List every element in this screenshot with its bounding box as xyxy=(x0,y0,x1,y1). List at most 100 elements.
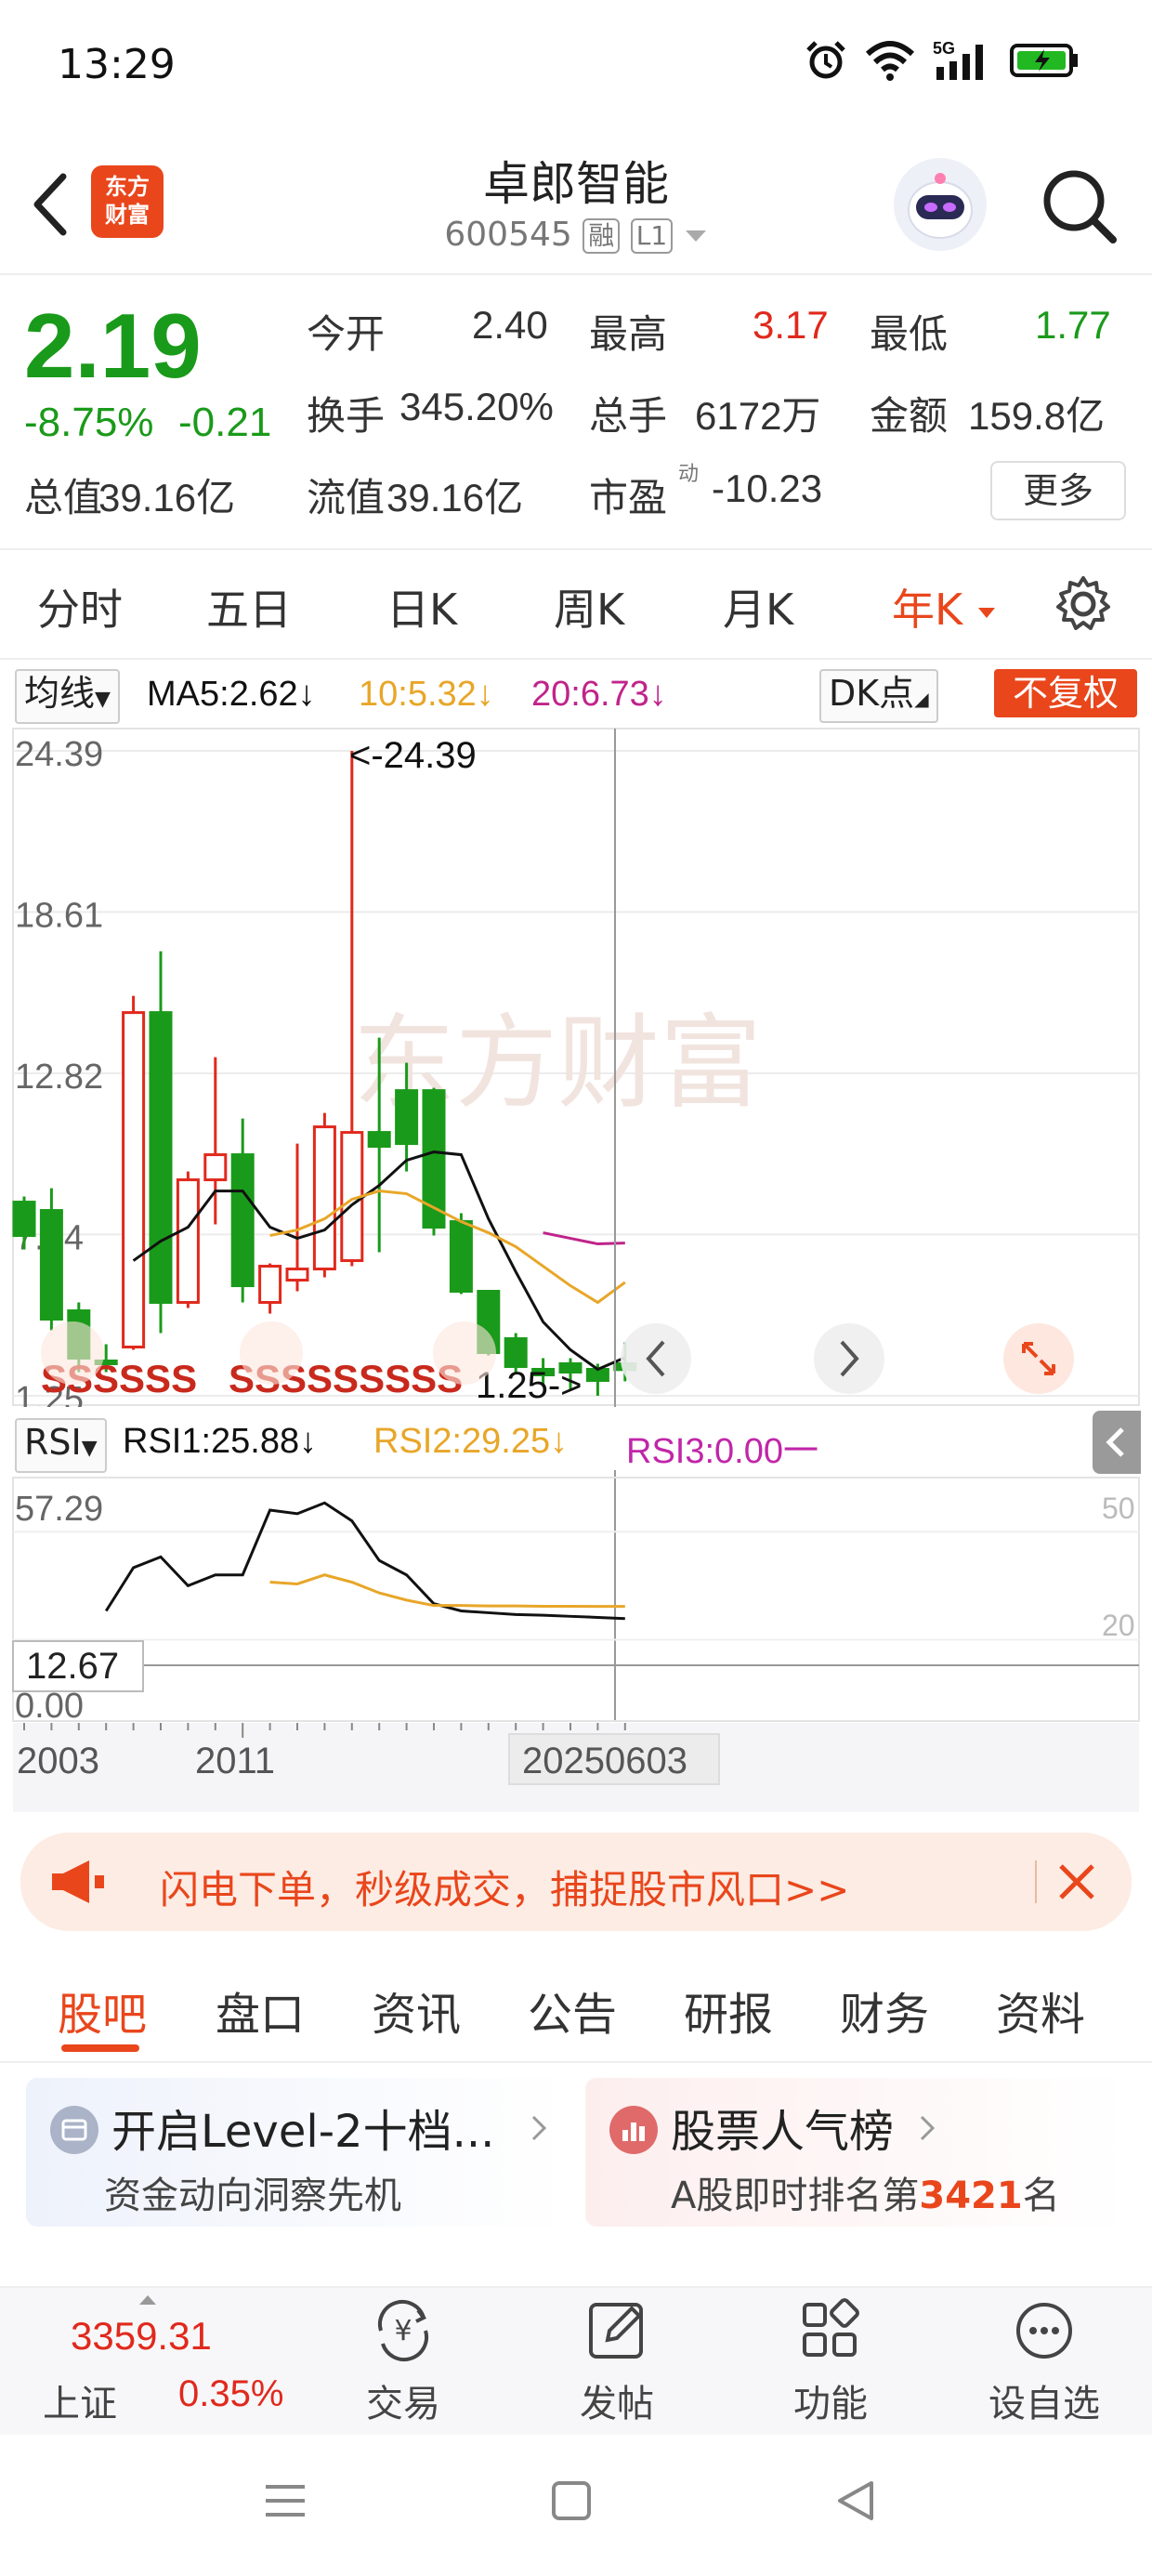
scroll-right-button[interactable] xyxy=(814,1323,884,1394)
caret-up-icon xyxy=(139,2295,156,2305)
promo-banner[interactable]: 闪电下单，秒级成交，捕捉股市风口>> xyxy=(20,1833,1132,1931)
rsi2-readout: RSI2:29.25↓ xyxy=(373,1422,568,1472)
candle-body xyxy=(39,1209,63,1321)
turnover-label: 换手 xyxy=(307,393,386,439)
level2-icon xyxy=(50,2106,98,2154)
expand-fullscreen-button[interactable] xyxy=(1003,1323,1074,1394)
banner-text: 闪电下单，秒级成交，捕捉股市风口>> xyxy=(160,1867,850,1912)
float-cap-label: 流值 xyxy=(307,475,386,520)
tab-pankou[interactable]: 盘口 xyxy=(216,1978,305,2043)
scroll-left-button[interactable] xyxy=(621,1323,691,1394)
tab-news[interactable]: 资讯 xyxy=(372,1978,461,2043)
rsi-right-20: 20 xyxy=(1102,1609,1135,1642)
candle-body xyxy=(449,1220,473,1294)
robot-assistant-avatar[interactable] xyxy=(894,158,987,251)
back-triangle-icon[interactable] xyxy=(832,2477,879,2524)
candle-body xyxy=(230,1153,255,1288)
tab-weekly-k[interactable]: 周K xyxy=(554,576,624,637)
system-navigation-bar xyxy=(0,2435,1152,2576)
caret-down-icon[interactable] xyxy=(684,227,708,245)
rsi-y-top: 57.29 xyxy=(15,1490,103,1529)
pe-superscript: 动 xyxy=(678,463,700,486)
popularity-sub-prefix: A股即时排名第 xyxy=(671,2175,920,2217)
menu-icon[interactable] xyxy=(262,2477,308,2524)
rsi3-value: RSI3:0.00 xyxy=(626,1432,783,1471)
rsi-dropdown[interactable]: RSI▼ xyxy=(15,1418,107,1473)
amount-value: 159.8亿 xyxy=(968,394,1106,438)
candle-body xyxy=(12,1201,36,1238)
popularity-subtitle: A股即时排名第3421名 xyxy=(671,2165,1060,2219)
add-watchlist-label: 设自选 xyxy=(988,2383,1100,2425)
tab-profile[interactable]: 资料 xyxy=(996,1978,1085,2043)
min-marker: 1.25-> xyxy=(476,1365,583,1406)
rsi-dropdown-label: RSI xyxy=(24,1422,82,1463)
max-marker: <-24.39 xyxy=(349,735,477,776)
candle-body xyxy=(367,1131,391,1149)
faint-left-arrow-button[interactable] xyxy=(41,1321,104,1385)
faint-plus-button[interactable] xyxy=(433,1321,496,1385)
rsi-panel-frame xyxy=(12,1477,1140,1722)
index-ticker[interactable]: 3359.31 上证 0.35% xyxy=(0,2288,307,2437)
close-icon[interactable] xyxy=(1055,1860,1098,1903)
trade-label: 交易 xyxy=(366,2383,440,2425)
tab-intraday[interactable]: 分时 xyxy=(37,576,123,637)
y-tick-label: 12.82 xyxy=(15,1058,103,1097)
open-value: 2.40 xyxy=(472,303,548,347)
content-tabs: 股吧 盘口 资讯 公告 研报 财务 资料 xyxy=(0,1959,1152,2063)
svg-text:5G: 5G xyxy=(933,39,955,58)
tab-finance[interactable]: 财务 xyxy=(840,1978,929,2043)
trade-button[interactable]: ¥ 交易 xyxy=(329,2297,478,2427)
tab-monthly-k[interactable]: 月K xyxy=(723,576,793,637)
tab-yearly-k[interactable]: 年K xyxy=(892,576,997,637)
rsi-y-bottom: 0.00 xyxy=(15,1687,84,1726)
chevron-right-icon xyxy=(920,2115,936,2141)
pe-label: 市盈 xyxy=(589,475,668,520)
add-watchlist-button[interactable]: 设自选 xyxy=(970,2297,1119,2427)
tab-yearly-k-label: 年K xyxy=(892,585,963,635)
search-icon[interactable] xyxy=(1039,165,1119,245)
level2-title: 开启Level-2十档... xyxy=(111,2106,495,2158)
megaphone-icon xyxy=(52,1860,104,1903)
status-time: 13:29 xyxy=(58,41,176,88)
kline-chart-area[interactable]: 均线▼ MA5:2.62↓ 10:5.32↓ 20:6.73↓ DK点◢ 不复权… xyxy=(0,662,1152,1814)
level2-card[interactable]: 开启Level-2十档... 资金动向洞察先机 xyxy=(26,2078,567,2227)
rsi1-readout: RSI1:25.88↓ xyxy=(123,1422,317,1472)
caret-down-icon xyxy=(977,607,995,618)
popularity-card[interactable]: 股票人气榜 A股即时排名第3421名 xyxy=(585,2078,1126,2227)
popularity-rank: 3421 xyxy=(919,2175,1023,2217)
tab-guba[interactable]: 股吧 xyxy=(58,1978,147,2043)
more-button[interactable]: 更多 xyxy=(990,461,1126,520)
signal-5g-icon: 5G xyxy=(933,39,983,80)
rsi3-readout: RSI3:0.00一 xyxy=(626,1422,818,1472)
chevron-right-icon xyxy=(531,2115,547,2141)
tab-five-day[interactable]: 五日 xyxy=(206,576,292,637)
tab-daily-k[interactable]: 日K xyxy=(386,576,457,637)
open-label: 今开 xyxy=(307,311,386,357)
trade-yen-icon: ¥ xyxy=(377,2299,429,2362)
gear-icon[interactable] xyxy=(1054,574,1113,634)
rsi2-value: RSI2:29.25 xyxy=(373,1422,551,1461)
tab-announcements[interactable]: 公告 xyxy=(528,1978,617,2043)
battery-icon xyxy=(1010,44,1078,77)
svg-text:¥: ¥ xyxy=(394,2315,412,2347)
candle-body xyxy=(122,1011,146,1349)
level2-subtitle: 资金动向洞察先机 xyxy=(104,2175,401,2217)
y-tick-label: 24.39 xyxy=(15,735,103,774)
index-change: 0.35% xyxy=(178,2373,284,2414)
kline-svg[interactable]: 东方财富 24.3918.6112.827.041.25 <-24.39 1.2… xyxy=(0,662,1152,1814)
candle-body xyxy=(285,1268,309,1282)
level-tag: L1 xyxy=(630,218,674,254)
total-cap-label: 总值 xyxy=(24,475,103,520)
volume-value: 6172万 xyxy=(695,394,821,438)
candle-body xyxy=(176,1178,200,1305)
tab-research[interactable]: 研报 xyxy=(684,1978,773,2043)
index-value: 3359.31 xyxy=(71,2314,212,2358)
ma-line-1 xyxy=(132,1150,626,1372)
home-square-icon[interactable] xyxy=(548,2477,595,2524)
quote-panel: 2.19 -8.75% -0.21 总值 39.16亿 今开 2.40 最高 3… xyxy=(0,275,1152,550)
post-button[interactable]: 发帖 xyxy=(543,2297,691,2427)
collapse-side-button[interactable] xyxy=(1093,1411,1141,1474)
function-button[interactable]: 功能 xyxy=(756,2297,905,2427)
index-name: 上证 xyxy=(43,2383,117,2425)
faint-minus-button[interactable] xyxy=(240,1321,303,1385)
